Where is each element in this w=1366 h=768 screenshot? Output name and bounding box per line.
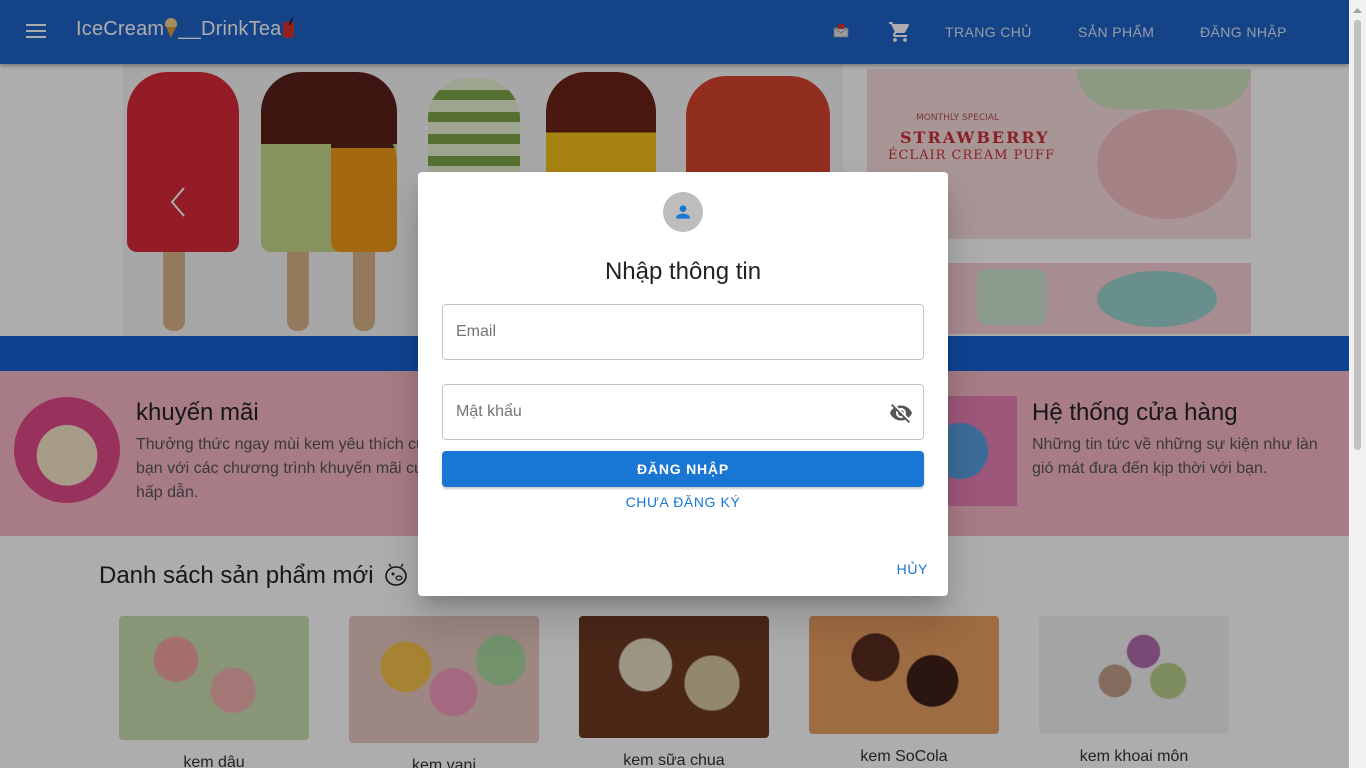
scroll-up-arrow-icon[interactable] [1349,4,1366,18]
account-icon [676,205,690,219]
scrollbar-thumb[interactable] [1354,20,1361,450]
page-scrollbar[interactable] [1349,0,1366,768]
dialog-title: Nhập thông tin [604,258,762,285]
visibility-off-icon[interactable] [889,401,913,425]
login-dialog: Nhập thông tin ĐĂNG NHẬP CHƯA ĐĂNG KÝ HỦ… [418,172,948,596]
email-input[interactable] [456,305,876,359]
email-field[interactable] [442,304,924,360]
password-field[interactable] [442,384,924,440]
login-button[interactable]: ĐĂNG NHẬP [442,451,924,487]
cancel-button[interactable]: HỦY [878,561,928,577]
avatar [663,192,703,232]
register-link[interactable]: CHƯA ĐĂNG KÝ [418,494,948,510]
password-input[interactable] [456,385,876,439]
